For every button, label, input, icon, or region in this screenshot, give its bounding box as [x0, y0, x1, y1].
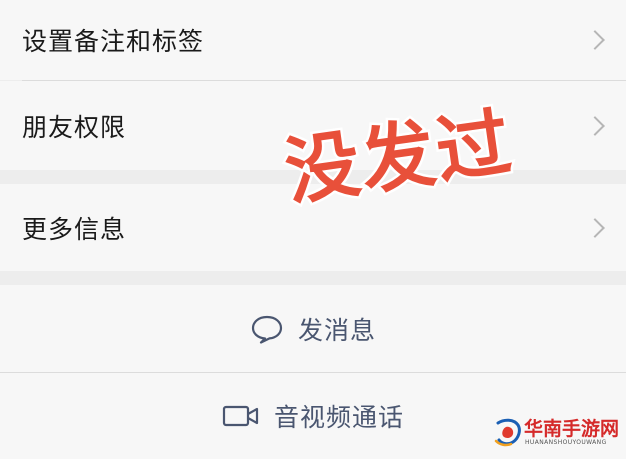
video-camera-icon	[222, 404, 260, 428]
chevron-right-icon	[585, 115, 605, 136]
site-logo-icon	[494, 417, 522, 451]
menu-item-label: 设置备注和标签	[22, 27, 205, 56]
chevron-right-icon	[585, 30, 605, 50]
chat-bubble-icon	[250, 314, 284, 344]
send-message-label: 发消息	[297, 315, 376, 345]
menu-item-label: 朋友权限	[22, 112, 127, 142]
menu-item-label: 更多信息	[22, 214, 127, 244]
menu-item-remarks-tags[interactable]: 设置备注和标签	[0, 0, 626, 80]
chevron-right-icon	[585, 217, 605, 238]
watermark-title: 华南手游网	[524, 418, 620, 440]
send-message-button[interactable]: 发消息	[0, 285, 626, 372]
video-call-label: 音视频通话	[273, 403, 404, 432]
watermark-subtitle: HUANANSHOUYOUWANG	[525, 439, 607, 446]
watermark-logo: 华南手游网 HUANANSHOUYOUWANG	[494, 411, 619, 453]
contact-detail-screen: 设置备注和标签 朋友权限 更多信息 发消息 音视频通话 没发过 华南手游网 HU…	[0, 0, 626, 459]
